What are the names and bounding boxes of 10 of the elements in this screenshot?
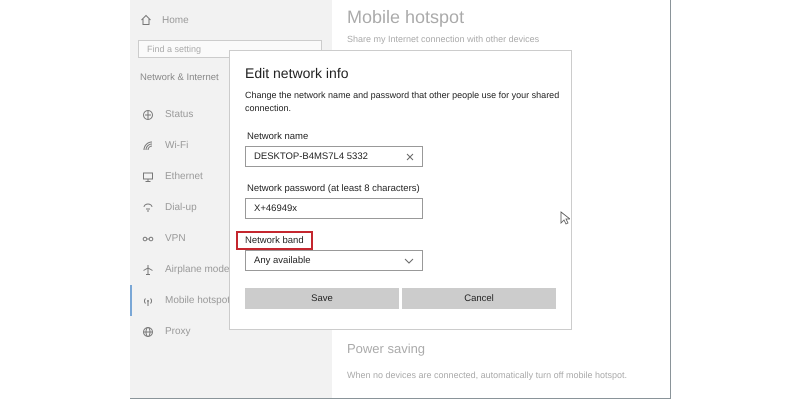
dialog-title: Edit network info: [245, 65, 350, 81]
page-title: Mobile hotspot: [347, 7, 466, 28]
section-description: When no devices are connected, automatically turn off mobile hotspot.: [347, 370, 628, 380]
page-subtitle: Share my Internet connection with other devices: [347, 34, 540, 44]
section-title: Network & Internet: [140, 72, 219, 83]
field-label: Network band: [238, 233, 311, 248]
field-label: Network name: [246, 130, 310, 144]
dialog-description: Change the network name and password that other people use for your shared connection.: [245, 89, 560, 115]
section-heading: Power saving: [347, 341, 426, 356]
field-label: Network password (at least 8 characters): [246, 182, 421, 196]
